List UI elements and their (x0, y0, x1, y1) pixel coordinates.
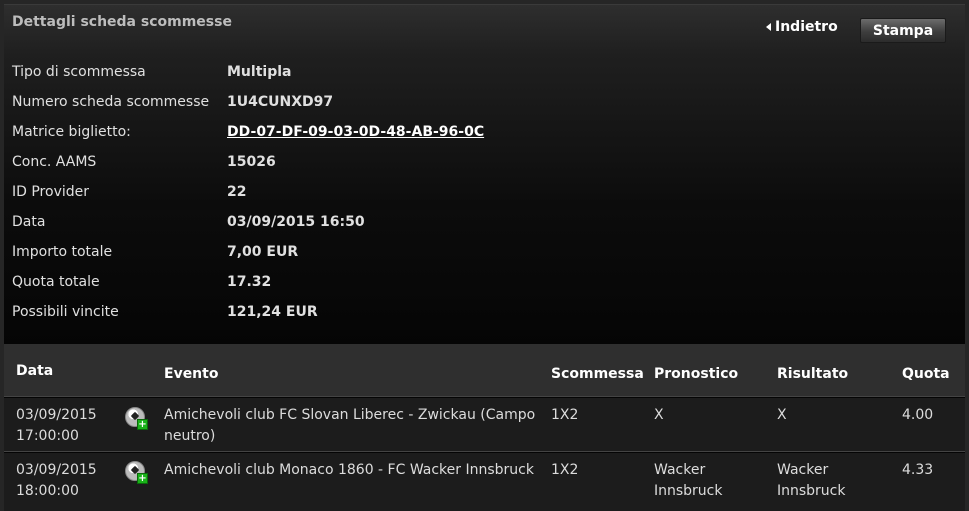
detail-value: Multipla (227, 64, 292, 80)
detail-label: Data (12, 214, 46, 230)
row-result: Wacker Innsbruck (777, 462, 846, 499)
detail-label: Numero scheda scommesse (12, 94, 210, 110)
detail-row-ticket-matrix: Matrice biglietto: DD-07-DF-09-03-0D-48-… (12, 117, 484, 147)
back-link-label: Indietro (775, 19, 838, 35)
row-event: Amichevoli club Monaco 1860 - FC Wacker … (164, 462, 534, 478)
plus-badge-icon: + (137, 419, 148, 430)
row-date: 03/09/2015 (16, 462, 97, 478)
column-header-event: Evento (164, 366, 219, 382)
row-event: Amichevoli club FC Slovan Liberec - Zwic… (164, 407, 536, 444)
row-bet: 1X2 (551, 462, 579, 478)
row-odds: 4.00 (902, 407, 934, 423)
detail-label: Possibili vincite (12, 304, 119, 320)
row-datetime: 03/09/2015 17:00:00 (16, 405, 97, 447)
detail-value: 15026 (227, 154, 276, 170)
detail-value: 22 (227, 184, 247, 200)
row-time: 17:00:00 (16, 428, 79, 444)
detail-label: Tipo di scommessa (12, 64, 146, 80)
detail-value: 7,00 EUR (227, 244, 299, 260)
print-button[interactable]: Stampa (860, 18, 946, 43)
page-title: Dettagli scheda scommesse (12, 14, 232, 30)
row-prediction: Wacker Innsbruck (654, 462, 723, 499)
detail-label: Quota totale (12, 274, 100, 290)
column-header-odds: Quota (902, 366, 950, 382)
detail-row-provider-id: ID Provider 22 (12, 177, 484, 207)
row-time: 18:00:00 (16, 483, 79, 499)
plus-badge-icon: + (137, 473, 148, 484)
detail-row-total-amount: Importo totale 7,00 EUR (12, 237, 484, 267)
detail-label: ID Provider (12, 184, 89, 200)
detail-row-slip-number: Numero scheda scommesse 1U4CUNXD97 (12, 87, 484, 117)
row-prediction: X (654, 407, 664, 423)
bet-details-list: Tipo di scommessa Multipla Numero scheda… (12, 57, 484, 327)
row-datetime: 03/09/2015 18:00:00 (16, 460, 97, 502)
detail-row-total-odds: Quota totale 17.32 (12, 267, 484, 297)
soccer-ball-icon: + (125, 461, 148, 484)
detail-row-date: Data 03/09/2015 16:50 (12, 207, 484, 237)
column-header-bet: Scommessa (551, 366, 644, 382)
column-header-date: Data (16, 363, 54, 379)
row-odds: 4.33 (902, 462, 934, 478)
events-table-header: Data Evento Scommessa Pronostico Risulta… (4, 344, 965, 397)
detail-value: 121,24 EUR (227, 304, 318, 320)
column-header-result: Risultato (777, 366, 849, 382)
detail-label: Importo totale (12, 244, 113, 260)
detail-row-aams: Conc. AAMS 15026 (12, 147, 484, 177)
row-bet: 1X2 (551, 407, 579, 423)
detail-value: 03/09/2015 16:50 (227, 214, 365, 230)
ticket-matrix-link[interactable]: DD-07-DF-09-03-0D-48-AB-96-0C (227, 124, 484, 140)
detail-value: 1U4CUNXD97 (227, 94, 334, 110)
back-arrow-icon (766, 23, 771, 31)
column-header-prediction: Pronostico (654, 366, 739, 382)
detail-label: Matrice biglietto: (12, 124, 131, 140)
soccer-ball-icon: + (125, 407, 148, 430)
table-row: 03/09/2015 18:00:00 + Amichevoli club Mo… (4, 453, 965, 511)
row-date: 03/09/2015 (16, 407, 97, 423)
table-row: 03/09/2015 17:00:00 + Amichevoli club FC… (4, 398, 965, 452)
detail-row-possible-winnings: Possibili vincite 121,24 EUR (12, 297, 484, 327)
detail-label: Conc. AAMS (12, 154, 97, 170)
back-link[interactable]: Indietro (766, 19, 838, 35)
detail-value: 17.32 (227, 274, 272, 290)
row-result: X (777, 407, 787, 423)
detail-row-bet-type: Tipo di scommessa Multipla (12, 57, 484, 87)
